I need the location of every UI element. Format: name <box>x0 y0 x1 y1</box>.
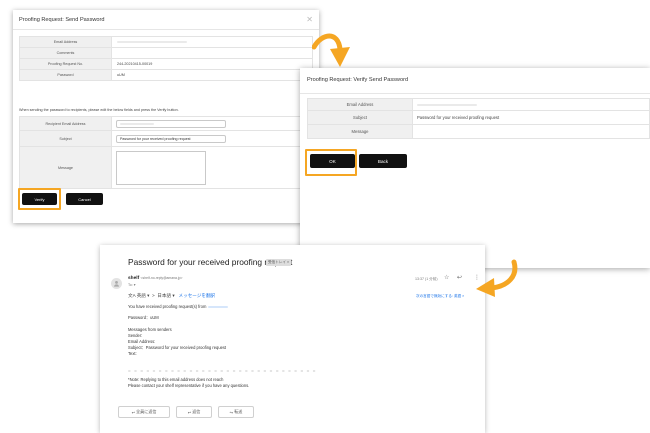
sender-address: <shelf-no-reply@amana.jp> <box>140 276 183 280</box>
dialog-title: Proofing Request: Verify Send Password <box>307 77 409 83</box>
row-label: Recipient Email Address <box>19 116 112 131</box>
details-table: Email Address Comments Proofing Request … <box>19 36 313 81</box>
table-row: Email Address <box>307 98 650 111</box>
email-address-value <box>111 36 313 48</box>
email-time: 13:37 (1 分前) <box>415 277 438 281</box>
password-value: uUM <box>111 69 313 81</box>
reply-all-button[interactable]: ↩ 全員に返信 <box>118 406 170 418</box>
table-row: Email Address <box>19 36 313 48</box>
verify-table: Email Address Subject Password for your … <box>307 98 650 139</box>
disable-translation-link[interactable]: 次の言語で無効にする: 英語 × <box>416 294 464 299</box>
table-row: Subject Password for your received proof… <box>19 130 313 147</box>
row-label: Password <box>19 69 112 81</box>
edit-form-table: Recipient Email Address Subject Password… <box>19 116 313 189</box>
row-label: Subject <box>307 110 413 125</box>
subject-cell: Password for your received proofing requ… <box>111 130 313 147</box>
person-icon <box>111 278 122 289</box>
ok-highlight <box>305 149 357 176</box>
table-row: Subject Password for your received proof… <box>307 110 650 125</box>
message-value <box>412 124 650 139</box>
from-language[interactable]: 英語 <box>137 293 146 298</box>
step-arrow-icon <box>312 33 350 67</box>
subject-value: Password for your received proofing requ… <box>412 110 650 125</box>
body-separator: = = = = = = = = = = = = = = = = = = = = … <box>128 368 317 373</box>
forward-button[interactable]: ↪ 転送 <box>218 406 254 418</box>
message-textarea[interactable] <box>116 150 206 185</box>
body-contact: Please contact your shelf representative… <box>128 383 250 388</box>
body-note: *Note: Replying to this email address do… <box>128 377 224 382</box>
close-icon[interactable]: ✕ <box>306 15 313 24</box>
recipient-email-input[interactable] <box>116 119 226 128</box>
sender-name: shelf <box>128 276 140 281</box>
body-line: You have received proofing request(s) fr… <box>128 304 228 309</box>
body-password: Password：uUM <box>128 315 159 320</box>
translate-message-link[interactable]: メッセージを翻訳 <box>178 293 215 298</box>
instruction-note: When sending the password to recipients,… <box>19 108 179 112</box>
table-row: Message <box>19 146 313 189</box>
translate-bar: 文A 英語 ▾ > 日本語 ▾ メッセージを翻訳 <box>128 293 216 298</box>
body-sender: Sender: <box>128 333 143 338</box>
table-row: Proofing Request No. 244-20210415-00019 <box>19 58 313 70</box>
sender: shelf <shelf-no-reply@amana.jp> <box>128 276 182 281</box>
inbox-label[interactable]: 受信トレイ × <box>266 259 292 266</box>
verify-highlight <box>18 188 61 210</box>
verify-password-dialog: Proofing Request: Verify Send Password E… <box>300 68 650 268</box>
table-row: Recipient Email Address <box>19 116 313 131</box>
row-label: Proofing Request No. <box>19 58 112 70</box>
dialog-title: Proofing Request: Send Password <box>19 17 105 23</box>
table-row: Message <box>307 124 650 139</box>
step-arrow-icon <box>476 259 518 297</box>
reply-button[interactable]: ↩ 返信 <box>176 406 212 418</box>
row-label: Email Address <box>307 98 413 111</box>
row-label: Message <box>307 124 413 139</box>
row-label: Message <box>19 146 112 189</box>
body-subject: Subject：Password for your received proof… <box>128 345 227 350</box>
to-language[interactable]: 日本語 <box>157 293 171 298</box>
row-label: Subject <box>19 130 112 147</box>
comments-value <box>111 47 313 59</box>
star-icon[interactable]: ☆ <box>444 274 449 281</box>
row-label: Email Address <box>19 36 112 48</box>
back-button[interactable]: Back <box>359 154 407 168</box>
to-dropdown[interactable]: To: ▾ <box>128 283 136 287</box>
body-text: Text: <box>128 351 137 356</box>
row-label: Comments <box>19 47 112 59</box>
body-messages-heading: Messages from senders <box>128 327 172 332</box>
body-email: Email Address: <box>128 339 156 344</box>
table-row: Password uUM <box>19 69 313 81</box>
request-no-value: 244-20210415-00019 <box>111 58 313 70</box>
subject-input[interactable]: Password for your received proofing requ… <box>116 134 226 143</box>
cancel-button[interactable]: Cancel <box>66 193 103 205</box>
title-divider <box>300 93 650 94</box>
reply-icon[interactable]: ↩ <box>457 274 462 281</box>
translate-icon: 文A <box>128 293 136 298</box>
title-divider <box>13 29 319 30</box>
send-password-dialog: Proofing Request: Send Password ✕ Email … <box>13 10 319 223</box>
email-view: Password for your received proofing requ… <box>100 245 485 433</box>
table-row: Comments <box>19 47 313 59</box>
message-cell <box>111 146 313 189</box>
email-address-value <box>412 98 650 111</box>
recipient-cell <box>111 116 313 131</box>
